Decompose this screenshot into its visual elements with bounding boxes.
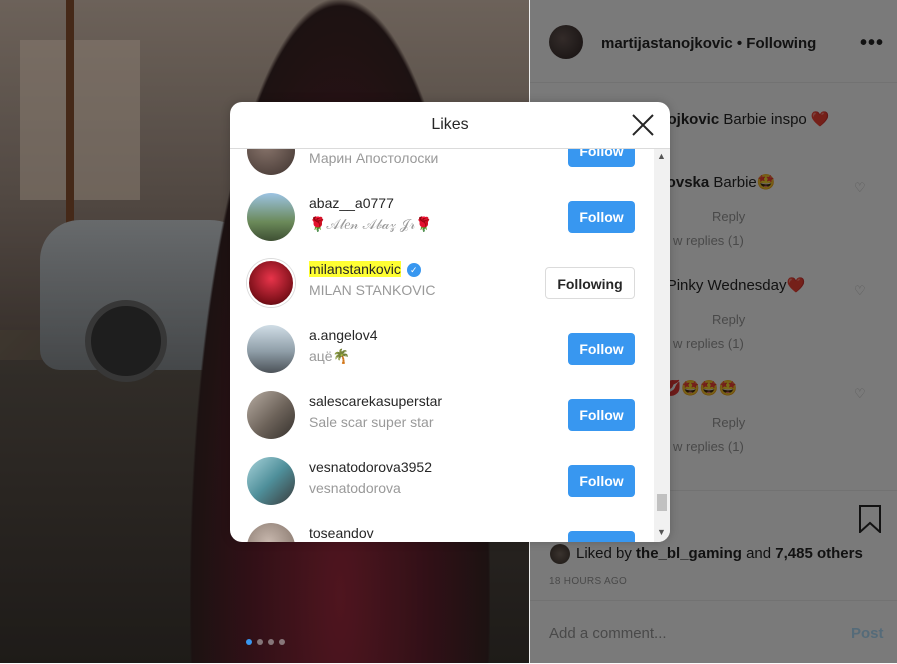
avatar[interactable] [247,457,295,505]
username[interactable]: abaz__a0777 [309,195,394,211]
reply-link[interactable]: Reply [712,415,745,430]
follow-button[interactable]: Follow [568,465,635,497]
list-item: salescarekasuperstar Sale scar super sta… [230,383,654,449]
carousel-dot [268,639,274,645]
username[interactable]: toseandov [309,525,374,541]
modal-title: Likes [431,116,469,133]
avatar[interactable] [247,193,295,241]
full-name: MILAN STANKOVIC [309,282,436,298]
likes-summary: Liked by the_bl_gaming and 7,485 others [550,544,863,564]
list-item: a.angelov4 ацё🌴 Follow [230,317,654,383]
like-comment-heart-icon[interactable]: ♡ [854,386,868,401]
comment-text: 💋🤩🤩🤩 [662,380,738,397]
comment-input[interactable]: Add a comment... [549,625,667,642]
modal-header: Likes [230,102,670,149]
avatar[interactable] [247,325,295,373]
scroll-down-icon[interactable]: ▼ [657,527,666,537]
comment-item: iii Pinky Wednesday❤️ [650,276,805,294]
more-options-icon[interactable]: ••• [860,32,884,55]
close-icon[interactable] [630,112,656,138]
following-button[interactable]: Following [545,267,635,299]
post-header-text: martijastanojkovic • Following [601,35,816,52]
full-name: Sale scar super star [309,414,434,430]
username[interactable]: milanstankovic [309,261,401,277]
carousel-dots [246,639,285,645]
username[interactable]: salescarekasuperstar [309,393,442,409]
username-row: milanstankovic ✓ [309,261,421,278]
comment-item: anojkovic Barbie inspo ❤️ [650,110,830,128]
post-username[interactable]: martijastanojkovic [601,35,733,52]
follow-button[interactable]: Follow [568,399,635,431]
list-item: vesnatodorova3952 vesnatodorova Follow [230,449,654,515]
view-replies-link[interactable]: w replies (1) [673,439,744,454]
avatar[interactable] [247,149,295,175]
follow-button[interactable]: Follow [568,531,635,542]
username[interactable]: vesnatodorova3952 [309,459,432,475]
verified-badge-icon: ✓ [406,263,421,278]
like-comment-heart-icon[interactable]: ♡ [854,283,868,298]
list-item: abaz__a0777 🌹𝒜𝓁𝑒𝓃 𝒜𝒷𝒶𝓏 𝒥𝓇🌹 Follow [230,185,654,251]
comment-text: Barbie🤩 [713,174,776,191]
like-comment-heart-icon[interactable]: ♡ [854,180,868,195]
post-header: martijastanojkovic • Following ••• [530,0,897,83]
follow-button[interactable]: Follow [568,149,635,167]
full-name: vesnatodorova [309,480,401,496]
carousel-dot [246,639,252,645]
post-comment-button[interactable]: Post [851,625,884,642]
likes-prefix: Liked by [576,544,632,562]
comment-bar: Add a comment... Post [530,600,897,664]
view-replies-link[interactable]: w replies (1) [673,336,744,351]
avatar[interactable] [247,391,295,439]
follow-state[interactable]: • Following [737,35,816,52]
likes-others-link[interactable]: 7,485 others [775,545,863,562]
reply-link[interactable]: Reply [712,209,745,224]
liked-by-user[interactable]: the_bl_gaming [636,545,742,562]
list-item: milanstankovic ✓ MILAN STANKOVIC Followin… [230,251,654,317]
comment-text: Barbie inspo ❤️ [723,111,830,128]
carousel-dot [279,639,285,645]
full-name: Марин Апостолоски [309,150,439,166]
scrollbar[interactable]: ▲ ▼ [654,149,670,542]
full-name: 🌹𝒜𝓁𝑒𝓃 𝒜𝒷𝒶𝓏 𝒥𝓇🌹 [309,216,433,232]
follow-button[interactable]: Follow [568,333,635,365]
list-item: toseandov Follow [230,515,654,542]
likes-conj: and [746,544,772,562]
likes-modal: Likes Марин Апостолоски Follow abaz__a07… [230,102,670,542]
username[interactable]: a.angelov4 [309,327,378,343]
comment-text: Pinky Wednesday❤️ [666,277,806,294]
avatar[interactable] [247,259,295,307]
post-timestamp[interactable]: 18 HOURS AGO [549,576,627,587]
list-item: Марин Апостолоски Follow [230,149,654,185]
reply-link[interactable]: Reply [712,312,745,327]
avatar[interactable] [247,523,295,542]
avatar [550,544,570,564]
view-replies-link[interactable]: w replies (1) [673,233,744,248]
avatar[interactable] [549,25,583,59]
likes-list[interactable]: Марин Апостолоски Follow abaz__a0777 🌹𝒜𝓁… [230,149,654,542]
bookmark-icon[interactable] [858,505,882,533]
full-name: ацё🌴 [309,348,351,364]
follow-button[interactable]: Follow [568,201,635,233]
carousel-dot [257,639,263,645]
scroll-up-icon[interactable]: ▲ [657,151,666,161]
scroll-thumb[interactable] [657,494,667,511]
